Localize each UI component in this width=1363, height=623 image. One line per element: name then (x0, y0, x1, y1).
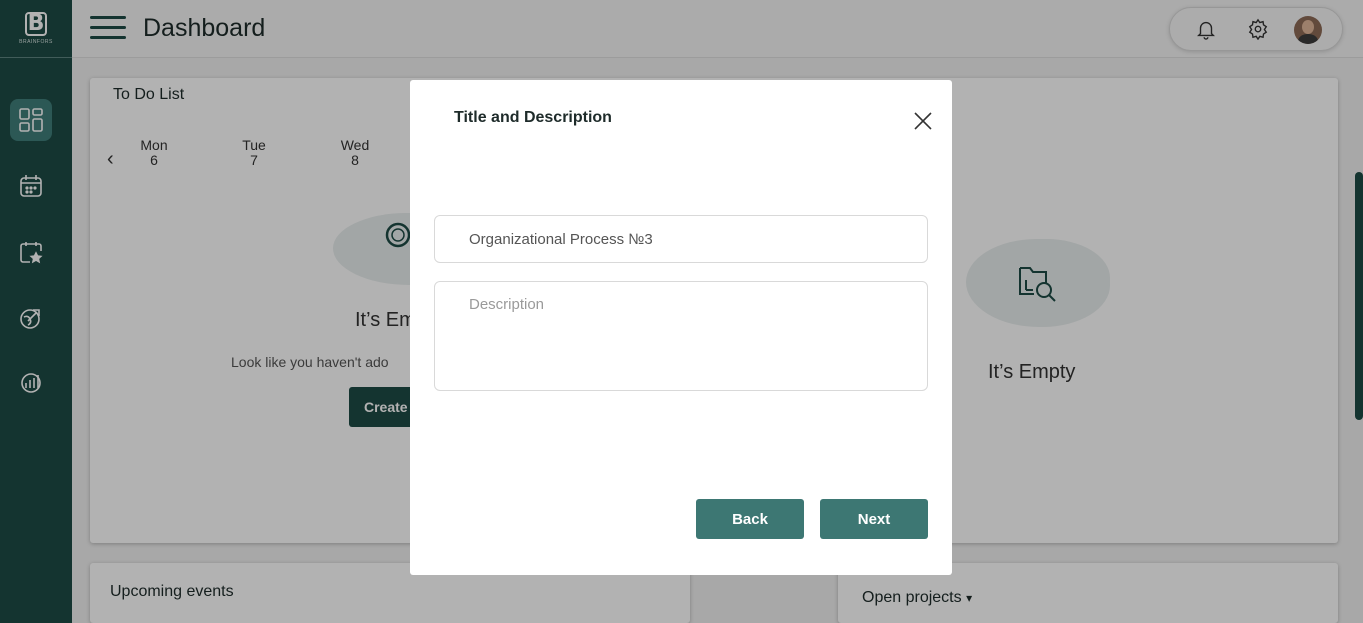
back-button[interactable]: Back (696, 499, 804, 539)
process-name-input[interactable] (434, 215, 928, 263)
title-description-modal: Title and Description Back Next (410, 80, 952, 575)
description-textarea[interactable] (434, 281, 928, 391)
next-button[interactable]: Next (820, 499, 928, 539)
modal-title: Title and Description (454, 109, 612, 126)
close-icon[interactable] (912, 110, 934, 132)
